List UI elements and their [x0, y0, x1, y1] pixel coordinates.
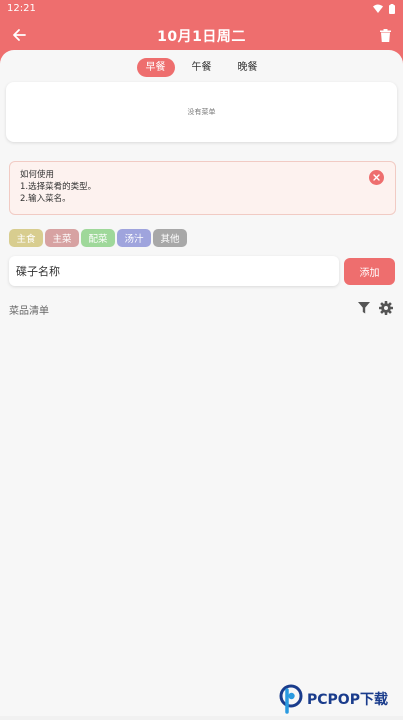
add-button[interactable]: 添加 — [344, 258, 395, 285]
category-chips: 主食 主菜 配菜 汤汁 其他 — [9, 229, 187, 247]
status-time: 12:21 — [7, 3, 36, 14]
howto-step-2: 2.输入菜名。 — [20, 194, 71, 204]
wifi-icon — [373, 4, 383, 13]
watermark: PCPOP下载 — [279, 684, 388, 714]
dish-name-input[interactable] — [9, 256, 339, 286]
filter-icon[interactable] — [358, 302, 370, 314]
status-bar: 12:21 — [0, 0, 403, 17]
howto-title: 如何使用 — [20, 170, 55, 180]
close-howto-button[interactable] — [369, 170, 384, 185]
empty-menu-text: 没有菜单 — [187, 108, 216, 116]
pcpop-logo-icon — [279, 684, 303, 714]
close-icon — [373, 174, 380, 181]
tab-lunch[interactable]: 午餐 — [183, 58, 221, 77]
tab-dinner[interactable]: 晚餐 — [229, 58, 267, 77]
category-chip-soup[interactable]: 汤汁 — [117, 229, 151, 247]
category-chip-other[interactable]: 其他 — [153, 229, 187, 247]
battery-icon — [389, 3, 395, 14]
content-sheet: 早餐 午餐 晚餐 没有菜单 如何使用 1.选择菜肴的类型。 2.输入菜名。 主食… — [0, 50, 403, 716]
category-chip-staple[interactable]: 主食 — [9, 229, 43, 247]
category-chip-main[interactable]: 主菜 — [45, 229, 79, 247]
back-button[interactable] — [9, 25, 29, 45]
howto-step-1: 1.选择菜肴的类型。 — [20, 182, 97, 192]
dish-list-title: 菜品清单 — [9, 306, 49, 317]
meal-tabs: 早餐 午餐 晚餐 — [0, 58, 403, 77]
settings-gear-icon[interactable] — [379, 301, 393, 315]
page-title: 10月1日周二 — [157, 29, 246, 45]
watermark-text: PCPOP下载 — [307, 692, 388, 708]
arrow-left-icon — [13, 29, 26, 41]
category-chip-side[interactable]: 配菜 — [81, 229, 115, 247]
howto-banner: 如何使用 1.选择菜肴的类型。 2.输入菜名。 — [9, 161, 396, 215]
menu-card: 没有菜单 — [6, 82, 397, 142]
status-icons — [373, 3, 395, 14]
delete-button[interactable] — [375, 24, 395, 46]
trash-icon — [379, 28, 391, 42]
tab-breakfast[interactable]: 早餐 — [136, 58, 175, 77]
